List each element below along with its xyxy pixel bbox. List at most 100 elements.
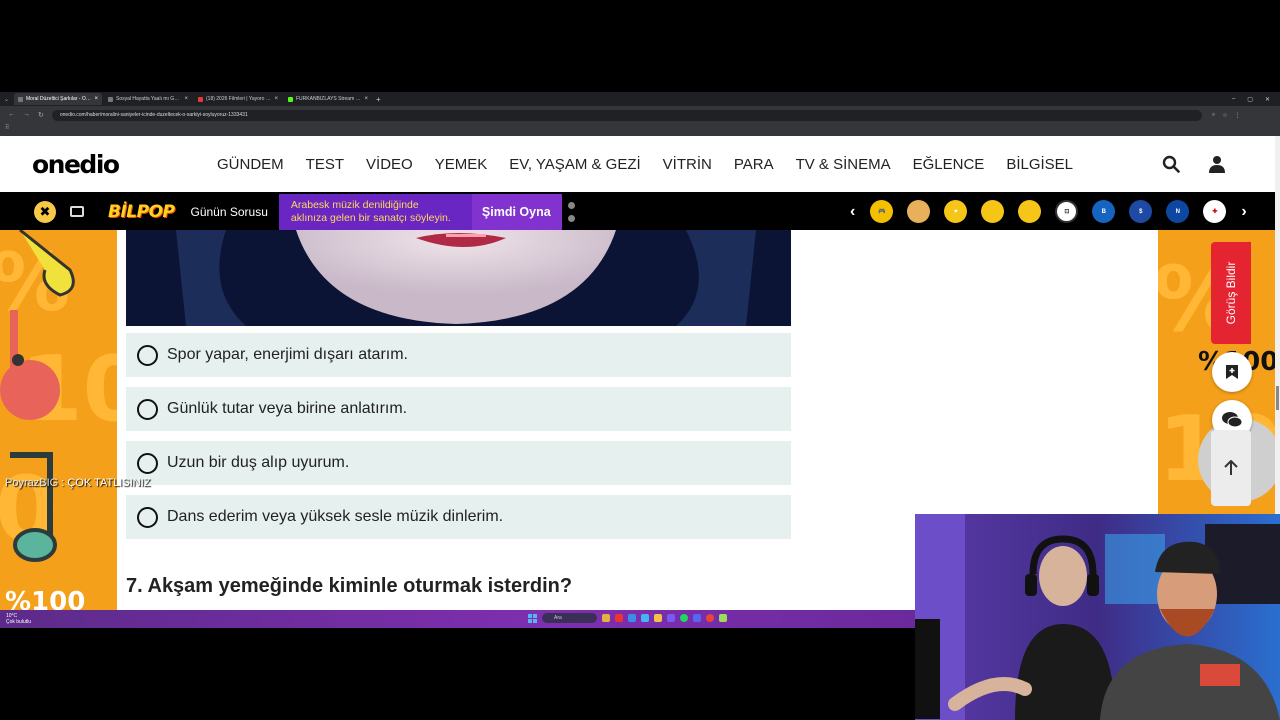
weather-widget[interactable]: 10°C Çok bulutlu [6,613,31,625]
taskbar-search[interactable]: Ara [542,613,597,623]
nav-tv-sinema[interactable]: TV & SİNEMA [796,156,891,173]
app-icon[interactable] [628,614,636,622]
tab-close-icon[interactable]: × [364,96,368,102]
nav-vitrin[interactable]: VİTRİN [663,156,712,173]
nav-bilgisel[interactable]: BİLGİSEL [1006,156,1073,173]
tab-favicon-icon [18,96,23,102]
daily-question[interactable]: Arabesk müzik denildiğinde aklınıza gele… [278,193,472,230]
reaction-bar: ‹ 🎮 ♥ ⊡ B $ N ✚ › [842,193,1255,230]
game-reaction-icon[interactable]: 🎮 [870,200,894,223]
heart-eyes-icon[interactable]: ♥ [944,200,968,223]
game-icon[interactable]: ✖ [34,200,56,223]
scroll-top-button[interactable] [1211,430,1251,506]
option-label: Spor yapar, enerjimi dışarı atarım. [167,346,408,363]
folder-icon[interactable] [654,614,662,622]
reload-icon[interactable]: ↻ [38,111,44,119]
scrollbar-thumb[interactable] [1276,386,1279,410]
nav-yemek[interactable]: YEMEK [435,156,488,173]
browser-tab[interactable]: Moral Düzeltici Şarkılar - Onedio × [14,93,102,105]
nav-test[interactable]: TEST [306,156,344,173]
comments-icon [1222,412,1243,428]
question-image [126,230,791,326]
tab-search-icon[interactable]: ⌄ [0,96,12,103]
close-window-icon[interactable]: ✕ [1265,96,1270,103]
brand-icon[interactable]: ✚ [1203,200,1227,223]
tab-favicon-icon [198,96,203,102]
left-ad-decoration: % 10 0 %100 [0,230,117,610]
bookmark-button[interactable] [1212,352,1252,392]
site-header: onedio GÜNDEM TEST VİDEO YEMEK EV, YAŞAM… [0,136,1275,192]
nav-eglence[interactable]: EĞLENCE [913,156,985,173]
radio-icon[interactable] [137,398,158,420]
app-icon[interactable] [667,614,675,622]
nav-buttons: ← → ↻ [0,111,52,119]
apps-icon[interactable]: ⠿ [5,125,9,131]
chevron-left-icon[interactable]: ‹ [850,203,855,221]
nav-gundem[interactable]: GÜNDEM [217,156,284,173]
tab-close-icon[interactable]: × [184,96,188,102]
question-heading: 7. Akşam yemeğinde kiminle oturmak ister… [126,575,573,597]
spotify-icon[interactable] [680,614,688,622]
carousel-dot[interactable] [567,201,575,209]
hand-reaction-icon[interactable] [907,200,931,223]
feedback-button[interactable]: Görüş Bildir [1211,242,1251,344]
url-input[interactable]: onedio.com/haber/moralini-saniyeler-icin… [51,109,1202,121]
brand-icon[interactable]: N [1166,200,1190,223]
brand-icon[interactable]: ⊡ [1055,200,1079,223]
user-icon[interactable] [1207,154,1227,174]
app-icon[interactable] [641,614,649,622]
menu-icon[interactable]: ⋮ [1235,112,1241,119]
quiz-option[interactable]: Uzun bir duş alıp uyurum. [126,441,791,485]
zoom-icon[interactable]: ⌕ [1212,112,1215,119]
new-tab-button[interactable]: + [376,95,381,104]
nav-video[interactable]: VİDEO [366,156,413,173]
maximize-icon[interactable]: ▢ [1247,96,1253,103]
radio-icon[interactable] [137,344,158,366]
discord-icon[interactable] [693,614,701,622]
music-decor-icon: % 10 0 %100 [0,230,117,610]
tab-close-icon[interactable]: × [274,96,278,102]
play-now-button[interactable]: Şimdi Oyna [471,193,562,230]
feedback-label: Görüş Bildir [1224,261,1238,325]
option-label: Günlük tutar veya birine anlatırım. [167,400,408,417]
carousel-dot[interactable] [567,214,575,222]
nav-para[interactable]: PARA [734,156,774,173]
chrome-icon[interactable] [706,614,714,622]
nav-ev-yasam-gezi[interactable]: EV, YAŞAM & GEZİ [509,156,640,173]
url-text: onedio.com/haber/moralini-saniyeler-icin… [59,112,248,118]
browser-tab[interactable]: (18) 2026 Filmleri | Yayoro Go... × [194,93,282,105]
bilpop-logo[interactable]: BİLPOP [108,202,175,222]
arrow-up-icon [1224,460,1238,475]
app-icon[interactable] [602,614,610,622]
windows-taskbar: 10°C Çok bulutlu Ara [0,610,915,628]
browser-tab[interactable]: Sosyal Hayatta Yaalı mı Gösteri × [104,93,192,105]
option-label: Uzun bir duş alıp uyurum. [167,454,350,471]
back-icon[interactable]: ← [8,111,15,119]
quiz-option[interactable]: Spor yapar, enerjimi dışarı atarım. [126,333,791,377]
windows-start-icon[interactable] [528,613,537,623]
quiz-option[interactable]: Dans ederim veya yüksek sesle müzik dinl… [126,495,791,539]
onedio-logo[interactable]: onedio [32,150,124,179]
brand-icon[interactable]: B [1092,200,1116,223]
app-icon[interactable] [719,614,727,622]
search-icon[interactable] [1161,154,1181,174]
tab-close-icon[interactable]: × [94,96,98,102]
minimize-icon[interactable]: – [1232,96,1235,103]
window-controls: – ▢ ✕ [1232,96,1280,103]
chevron-right-icon[interactable]: › [1241,203,1246,221]
option-label: Dans ederim veya yüksek sesle müzik dinl… [167,508,504,525]
stream-chat-message: PoyrazBIG : ÇOK TATLISINIZ [5,477,150,489]
forward-icon[interactable]: → [23,111,30,119]
smile-face-icon[interactable] [1018,200,1042,223]
browser-tab[interactable]: FURKANBIZLAYS Stream - Wa... × [284,93,372,105]
radio-icon[interactable] [137,452,158,474]
app-icon[interactable] [615,614,623,622]
brand-icon[interactable]: $ [1129,200,1153,223]
crying-face-icon[interactable] [981,200,1005,223]
quiz-option[interactable]: Günlük tutar veya birine anlatırım. [126,387,791,431]
radio-icon[interactable] [137,506,158,528]
browser-extensions: ⌕ ☆ ⋮ [1202,112,1241,119]
star-icon[interactable]: ☆ [1222,112,1227,119]
promo-strip: ✖ BİLPOP Günün Sorusu Arabesk müzik deni… [0,193,1275,230]
card-icon[interactable] [70,206,84,217]
